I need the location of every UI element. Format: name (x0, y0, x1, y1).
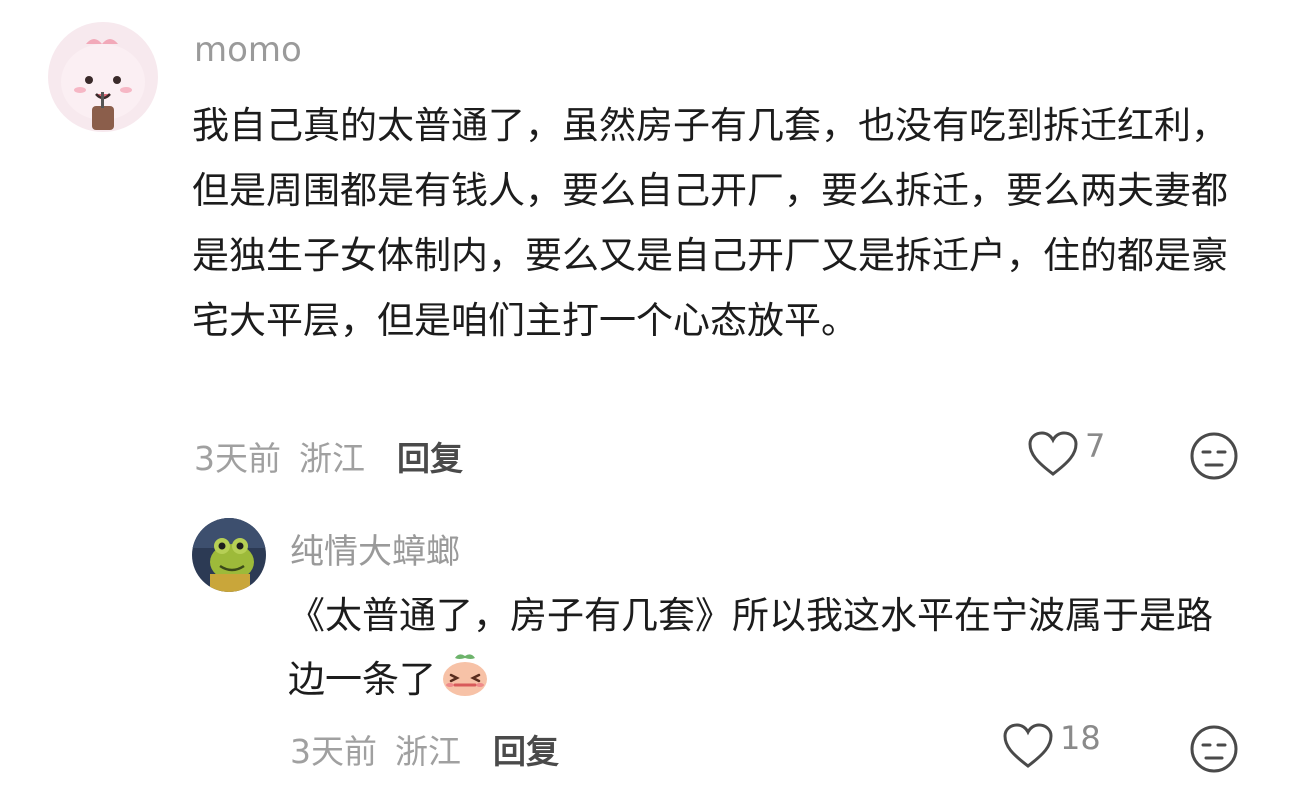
avatar[interactable] (192, 518, 266, 592)
like-count: 7 (1085, 427, 1106, 465)
unamused-face-icon (1190, 725, 1238, 773)
location: 浙江 (299, 439, 365, 478)
reply-button[interactable]: 回复 (493, 725, 559, 773)
comment-text: 我自己真的太普通了，虽然房子有几套，也没有吃到拆迁红利，但是周围都是有钱人，要么… (192, 104, 1228, 342)
like-count: 18 (1060, 719, 1101, 757)
cartoon-avatar-icon (48, 22, 158, 132)
dislike-button[interactable] (1189, 724, 1239, 778)
comment-meta: 3天前 浙江 回复 (194, 432, 463, 480)
heart-icon (1028, 431, 1078, 476)
avatar[interactable] (48, 22, 158, 132)
like-button[interactable]: 18 (1002, 719, 1101, 770)
unamused-face-icon (1190, 432, 1238, 480)
timestamp: 3天前 (194, 439, 281, 478)
heart-icon (1003, 723, 1053, 768)
username[interactable]: momo (194, 30, 302, 70)
timestamp: 3天前 (290, 732, 377, 771)
frog-avatar-icon (192, 518, 266, 592)
embarrassed-face-emoji (440, 652, 490, 698)
like-button[interactable]: 7 (1027, 427, 1106, 478)
comment-meta: 3天前 浙江 回复 (290, 725, 559, 773)
reply-button[interactable]: 回复 (397, 432, 463, 480)
comment-text: 《太普通了，房子有几套》所以我这水平在宁波属于是路边一条了 (288, 594, 1213, 701)
dislike-button[interactable] (1189, 431, 1239, 485)
location: 浙江 (395, 732, 461, 771)
reply-text-block: 《太普通了，房子有几套》所以我这水平在宁波属于是路边一条了 (288, 584, 1238, 712)
username[interactable]: 纯情大蟑螂 (290, 524, 460, 573)
